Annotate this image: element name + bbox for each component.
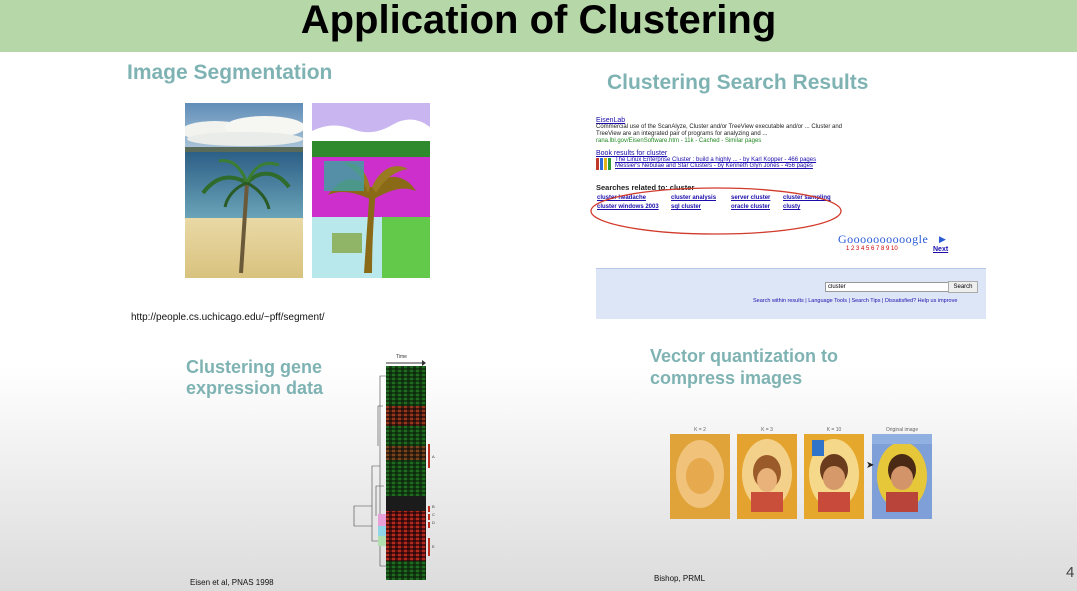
- search-input[interactable]: [825, 282, 949, 292]
- search-button[interactable]: Search: [948, 281, 978, 293]
- title-bar: Application of Clustering: [0, 0, 1077, 52]
- vq-image-k2: [670, 434, 730, 519]
- vq-image-original: [872, 434, 932, 519]
- vq-heading-line-2: compress images: [650, 368, 803, 388]
- gene-heading-line-2: expression data: [186, 378, 324, 398]
- result-url[interactable]: rana.lbl.gov/EisenSoftware.htm - 11k - C…: [596, 138, 986, 144]
- pager-logo: Goooooooooogle: [838, 232, 929, 246]
- vq-label: Original image: [885, 427, 919, 433]
- result-snippet-line-2: TreeView are an integrated pair of progr…: [596, 131, 768, 137]
- gene-heading-line-1: Clustering gene: [186, 357, 323, 377]
- search-heading: Clustering Search Results: [607, 71, 869, 94]
- book-result-2[interactable]: Messier's Nebulae and Star Clusters - by…: [615, 163, 816, 169]
- pager-numbers[interactable]: 1 2 3 4 5 6 7 8 9 10: [846, 246, 898, 252]
- highlight-circle: [590, 187, 842, 235]
- beach-photo: [185, 103, 303, 278]
- page-number: 4: [1066, 564, 1075, 581]
- result-title-link[interactable]: EisenLab: [596, 117, 986, 124]
- vq-label: K = 3: [761, 427, 773, 433]
- segmentation-url[interactable]: http://people.cs.uchicago.edu/~pff/segme…: [131, 312, 325, 323]
- cluster-label: C: [432, 512, 435, 517]
- gene-citation: Eisen et al, PNAS 1998: [190, 578, 274, 587]
- footer-links[interactable]: Search within results | Language Tools |…: [753, 298, 957, 304]
- book-icons: [596, 158, 611, 170]
- vq-heading-line-1: Vector quantization to: [650, 346, 839, 366]
- cluster-label: A: [432, 454, 435, 459]
- vq-label: K = 2: [694, 427, 706, 433]
- next-link[interactable]: Next: [933, 246, 948, 253]
- search-footer-bar: [596, 268, 986, 319]
- cluster-label: B: [432, 504, 435, 509]
- result-snippet-line-1: Commercial use of the ScanAlyze, Cluster…: [596, 124, 843, 130]
- vq-label: K = 10: [826, 427, 842, 433]
- cursor-icon: ➤: [866, 460, 875, 471]
- book-results-link[interactable]: Book results for cluster: [596, 150, 986, 157]
- segmentation-heading: Image Segmentation: [127, 61, 333, 84]
- cluster-label: D: [432, 520, 435, 525]
- gene-heatmap: [353, 366, 430, 580]
- pager-arrow-icon[interactable]: ▶: [939, 234, 946, 245]
- vq-image-k3: [737, 434, 797, 519]
- cluster-label: E: [432, 544, 435, 549]
- slide-title: Application of Clustering: [300, 0, 777, 42]
- vq-image-k10: [804, 434, 864, 519]
- segmented-photo: [312, 103, 430, 278]
- search-results-panel: EisenLab Commercial use of the ScanAlyze…: [596, 117, 986, 170]
- vq-citation: Bishop, PRML: [654, 574, 706, 583]
